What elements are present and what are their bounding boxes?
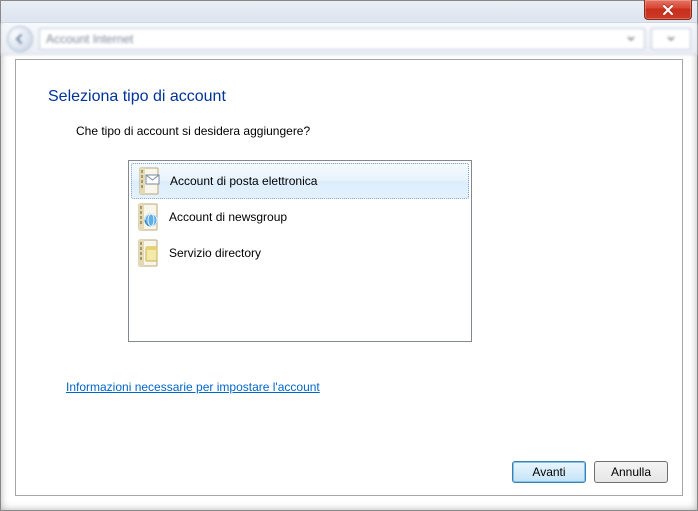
navigation-bar: Account Internet <box>1 23 697 55</box>
search-box[interactable] <box>651 28 691 50</box>
help-link[interactable]: Informazioni necessarie per impostare l'… <box>66 380 320 394</box>
wizard-window: Account Internet Seleziona tipo di accou… <box>0 0 698 511</box>
button-row: Avanti Annulla <box>512 461 668 483</box>
back-button[interactable] <box>7 26 33 52</box>
page-subheading: Che tipo di account si desidera aggiunge… <box>16 106 682 138</box>
close-icon <box>662 5 674 15</box>
title-bar <box>1 1 697 23</box>
directory-icon <box>135 238 161 268</box>
breadcrumb-text: Account Internet <box>46 32 133 46</box>
back-arrow-icon <box>14 33 26 45</box>
next-button[interactable]: Avanti <box>512 461 586 483</box>
chevron-down-icon <box>664 32 678 46</box>
wizard-content: Seleziona tipo di account Che tipo di ac… <box>15 59 683 496</box>
option-newsgroup-account[interactable]: Account di newsgroup <box>131 199 469 235</box>
newsgroup-icon <box>135 202 161 232</box>
close-button[interactable] <box>644 0 692 20</box>
option-label: Account di newsgroup <box>169 210 287 224</box>
option-email-account[interactable]: Account di posta elettronica <box>131 163 469 199</box>
option-label: Account di posta elettronica <box>170 174 317 188</box>
option-directory-service[interactable]: Servizio directory <box>131 235 469 271</box>
option-label: Servizio directory <box>169 246 261 260</box>
cancel-button[interactable]: Annulla <box>594 461 668 483</box>
page-heading: Seleziona tipo di account <box>16 60 682 106</box>
account-type-list: Account di posta elettronica <box>128 160 472 342</box>
breadcrumb-bar[interactable]: Account Internet <box>39 28 645 50</box>
mail-icon <box>136 166 162 196</box>
chevron-down-icon <box>624 32 638 46</box>
